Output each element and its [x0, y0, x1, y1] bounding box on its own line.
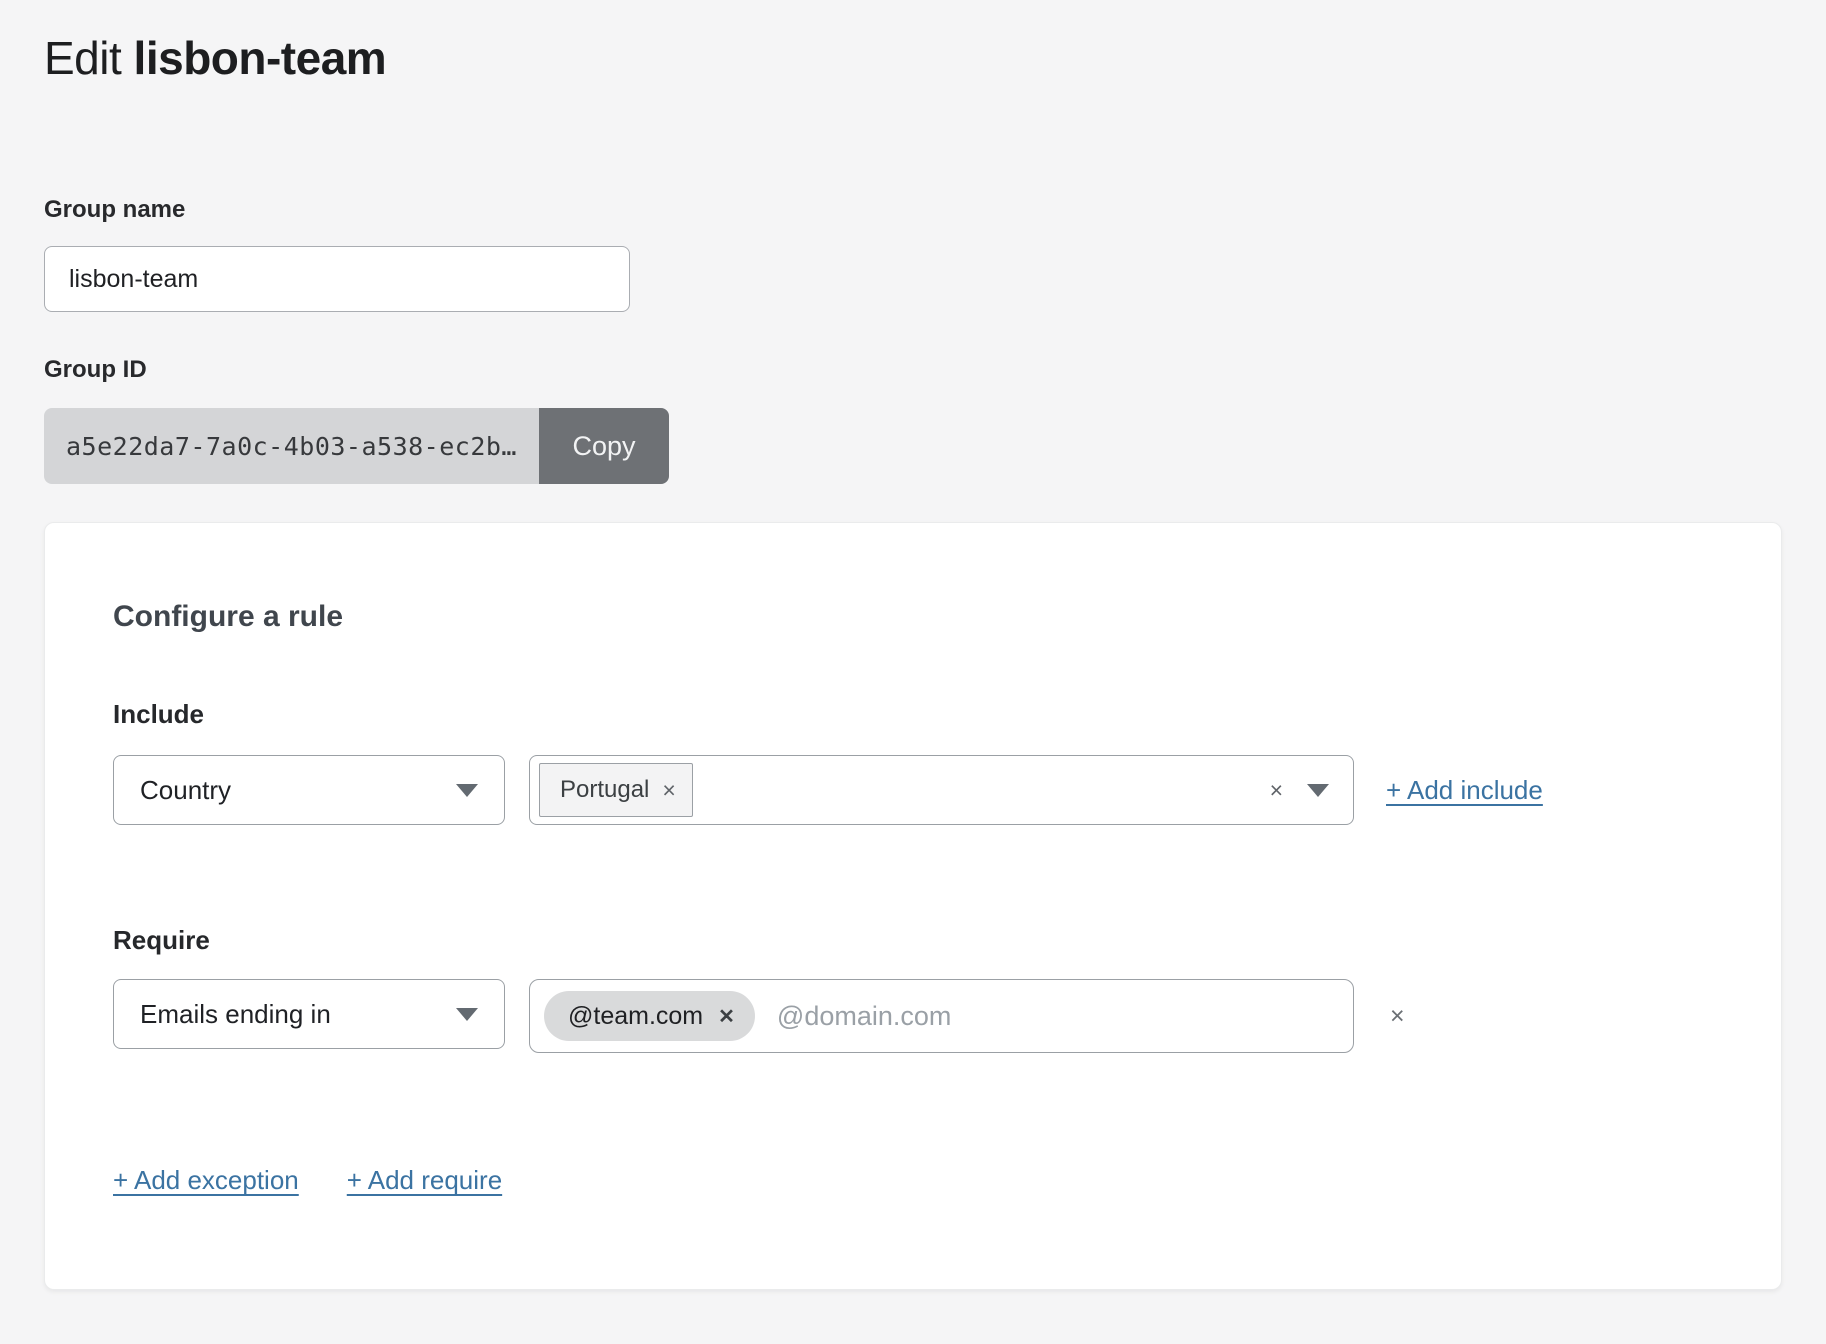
include-rule-row: Country Portugal × × + Add include: [113, 755, 1713, 825]
page-title: Edit lisbon-team: [44, 28, 1782, 88]
remove-tag-icon[interactable]: ✕: [718, 1004, 735, 1029]
chevron-down-icon[interactable]: [1307, 784, 1329, 797]
add-exception-link[interactable]: + Add exception: [113, 1165, 299, 1196]
require-value-tag: @team.com ✕: [544, 991, 755, 1041]
add-include-link[interactable]: + Add include: [1386, 775, 1543, 806]
remove-rule-icon[interactable]: ×: [1390, 1002, 1405, 1031]
require-value-input[interactable]: [777, 1001, 1337, 1032]
group-name-label: Group name: [44, 196, 1782, 224]
chevron-down-icon: [456, 784, 478, 797]
multiselect-controls: ×: [1270, 779, 1329, 802]
require-type-selected-value: Emails ending in: [140, 999, 331, 1030]
group-name-input[interactable]: [44, 246, 630, 312]
include-value-tag: Portugal ×: [539, 763, 693, 817]
group-id-bar: a5e22da7-7a0c-4b03-a538-ec2b… Copy: [44, 408, 669, 484]
require-tag-label: @team.com: [568, 1002, 703, 1031]
page-title-group-name: lisbon-team: [134, 32, 387, 84]
include-type-selected-value: Country: [140, 775, 231, 806]
include-type-select[interactable]: Country: [113, 755, 505, 825]
include-tag-label: Portugal: [560, 776, 649, 804]
remove-tag-icon[interactable]: ×: [662, 779, 675, 802]
require-type-select[interactable]: Emails ending in: [113, 979, 505, 1049]
rule-card-heading: Configure a rule: [113, 599, 1713, 635]
require-label: Require: [113, 925, 1713, 955]
include-label: Include: [113, 699, 1713, 729]
include-values-multiselect[interactable]: Portugal × ×: [529, 755, 1354, 825]
group-id-label: Group ID: [44, 356, 1782, 384]
copy-button[interactable]: Copy: [539, 408, 669, 484]
page: Edit lisbon-team Group name Group ID a5e…: [0, 28, 1826, 1290]
rule-card: Configure a rule Include Country Portuga…: [44, 522, 1782, 1290]
page-title-prefix: Edit: [44, 32, 134, 84]
require-values-field[interactable]: @team.com ✕: [529, 979, 1354, 1053]
add-require-link[interactable]: + Add require: [347, 1165, 502, 1196]
rule-footer-links: + Add exception + Add require: [113, 1165, 1713, 1196]
clear-selection-icon[interactable]: ×: [1270, 779, 1283, 802]
group-id-value: a5e22da7-7a0c-4b03-a538-ec2b…: [44, 408, 539, 484]
require-rule-row: Emails ending in @team.com ✕ ×: [113, 979, 1713, 1053]
chevron-down-icon: [456, 1008, 478, 1021]
